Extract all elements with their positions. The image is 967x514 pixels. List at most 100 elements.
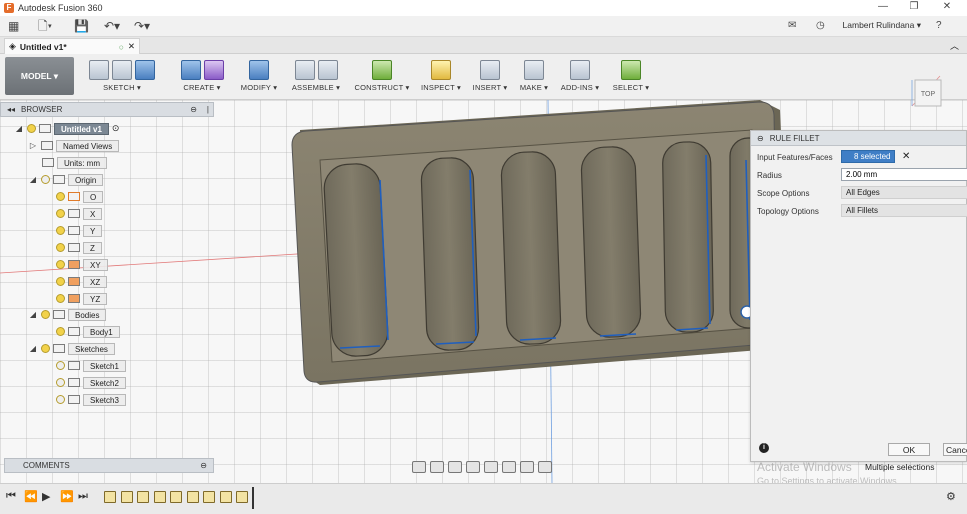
slot-1[interactable] (323, 163, 389, 358)
make-menu-label[interactable]: MAKE ▾ (516, 83, 552, 92)
redo-icon[interactable]: ↷▾ (134, 19, 150, 33)
add-ins-group[interactable]: ADD-INS ▾ (558, 56, 602, 98)
comments-pin-icon[interactable]: ⊖ (200, 459, 207, 473)
tree-named-views[interactable]: ▷ Named Views (28, 139, 120, 152)
restore-icon[interactable]: ❐ (899, 1, 929, 12)
tree-origin-item[interactable]: Z (56, 241, 102, 254)
clear-selection-icon[interactable]: ✕ (902, 151, 910, 162)
offset-plane-icon[interactable] (372, 60, 392, 80)
timeline-feature-icon[interactable] (170, 491, 182, 503)
make-group[interactable]: MAKE ▾ (516, 56, 552, 98)
scripts-icon[interactable] (570, 60, 590, 80)
tree-root[interactable]: ◢ Untitled v1 ⊙ (14, 122, 119, 135)
data-panel-grid-icon[interactable]: ▦ (8, 19, 19, 33)
selection-button[interactable]: 8 selected (841, 150, 895, 163)
origin-item-label[interactable]: XZ (83, 275, 108, 288)
rectangle-icon[interactable] (135, 60, 155, 80)
tree-origin-item[interactable]: YZ (56, 292, 108, 305)
visibility-bulb-icon[interactable] (56, 395, 65, 404)
collapse-icon[interactable]: ◢ (28, 310, 38, 319)
new-component-icon[interactable] (294, 60, 315, 80)
insert-group[interactable]: INSERT ▾ (470, 56, 510, 98)
visibility-bulb-icon[interactable] (41, 310, 50, 319)
create-menu-label[interactable]: CREATE ▾ (172, 83, 232, 92)
undo-icon[interactable]: ↶▾ (104, 19, 120, 33)
sketch-item-label[interactable]: Sketch3 (83, 393, 126, 406)
browser-panel-header[interactable]: ◂◂ BROWSER ⊖ | (0, 102, 214, 117)
joint-icon[interactable] (317, 60, 338, 80)
tree-sketch-item[interactable]: Sketch3 (56, 393, 126, 406)
viewcube[interactable]: TOP (906, 74, 944, 110)
timeline-feature-icon[interactable] (236, 491, 248, 503)
construct-menu-label[interactable]: CONSTRUCT ▾ (352, 83, 412, 92)
job-status-icon[interactable]: ◷ (816, 19, 825, 33)
root-node-label[interactable]: Untitled v1 (54, 122, 109, 135)
grid-settings-icon[interactable] (520, 461, 534, 473)
timeline-feature-icon[interactable] (104, 491, 116, 503)
tree-sketch-item[interactable]: Sketch1 (56, 359, 126, 372)
bodies-label[interactable]: Bodies (68, 308, 107, 321)
timeline-feature-icon[interactable] (120, 491, 133, 503)
create-group[interactable]: CREATE ▾ (172, 56, 232, 98)
extrude-icon[interactable] (180, 60, 201, 80)
notifications-icon[interactable]: ✉ (788, 19, 796, 33)
body1-label[interactable]: Body1 (83, 325, 120, 338)
insert-menu-label[interactable]: INSERT ▾ (470, 83, 510, 92)
tree-origin-item[interactable]: Y (56, 224, 103, 237)
sketch-group[interactable]: SKETCH ▾ (80, 56, 164, 98)
dialog-collapse-icon[interactable]: ⊖ (757, 134, 764, 143)
comments-panel[interactable]: COMMENTS ⊖ (4, 458, 214, 473)
tree-origin-item[interactable]: XY (56, 258, 108, 271)
modify-group[interactable]: MODIFY ▾ (238, 56, 280, 98)
visibility-bulb-icon[interactable] (41, 175, 50, 184)
viewports-icon[interactable] (538, 461, 552, 473)
slot-5[interactable] (662, 141, 714, 333)
visibility-bulb-icon[interactable] (56, 192, 65, 201)
visibility-bulb-icon[interactable] (56, 361, 65, 370)
tree-origin-item[interactable]: O (56, 190, 104, 203)
tab-close-icon[interactable]: ✕ (128, 41, 135, 52)
collapse-icon[interactable]: ◢ (28, 344, 38, 353)
tree-sketches[interactable]: ◢ Sketches (28, 342, 115, 355)
assemble-group[interactable]: ASSEMBLE ▾ (288, 56, 344, 98)
measure-icon[interactable] (431, 60, 451, 80)
inspect-menu-label[interactable]: INSPECT ▾ (420, 83, 462, 92)
browser-toggle-icon[interactable]: | (207, 105, 209, 114)
save-icon[interactable]: 💾 (74, 19, 89, 33)
origin-item-label[interactable]: Z (83, 241, 102, 254)
visibility-bulb-icon[interactable] (56, 327, 65, 336)
visibility-bulb-icon[interactable] (56, 209, 65, 218)
workspace-switcher[interactable]: MODEL ▾ (5, 57, 74, 95)
timeline-feature-icon[interactable] (219, 491, 232, 503)
origin-item-label[interactable]: Y (83, 224, 103, 237)
play-icon[interactable]: ▶ (42, 490, 50, 503)
timeline-settings-gear-icon[interactable]: ⚙ (946, 490, 956, 503)
timeline-feature-icon[interactable] (203, 491, 215, 503)
slot-4[interactable] (580, 146, 642, 338)
sketch-menu-label[interactable]: SKETCH ▾ (80, 83, 164, 92)
fit-icon[interactable] (484, 461, 498, 473)
tree-sketch-item[interactable]: Sketch2 (56, 376, 126, 389)
active-target-icon[interactable]: ⊙ (112, 123, 120, 134)
expand-icon[interactable]: ▷ (28, 141, 38, 150)
tree-bodies[interactable]: ◢ Bodies (28, 308, 107, 321)
look-at-icon[interactable] (430, 461, 444, 473)
timeline-feature-icon[interactable] (153, 491, 166, 503)
help-icon[interactable]: ? (936, 19, 942, 33)
radius-input[interactable] (841, 168, 967, 181)
file-menu-icon[interactable]: 🗋▾ (38, 19, 52, 33)
display-settings-icon[interactable] (502, 461, 516, 473)
close-icon[interactable]: ✕ (932, 1, 962, 12)
collapse-toolbar-icon[interactable]: ︿ (950, 39, 959, 52)
modify-menu-label[interactable]: MODIFY ▾ (238, 83, 280, 92)
select-group[interactable]: SELECT ▾ (610, 56, 652, 98)
visibility-bulb-icon[interactable] (56, 243, 65, 252)
cancel-button[interactable]: Cancel (943, 443, 967, 456)
tree-origin-item[interactable]: XZ (56, 275, 108, 288)
assemble-menu-label[interactable]: ASSEMBLE ▾ (288, 83, 344, 92)
ok-button[interactable]: OK (888, 443, 930, 456)
visibility-bulb-icon[interactable] (56, 378, 65, 387)
collapse-icon[interactable]: ◢ (28, 175, 38, 184)
zoom-icon[interactable] (466, 461, 480, 473)
press-pull-icon[interactable] (249, 60, 269, 80)
